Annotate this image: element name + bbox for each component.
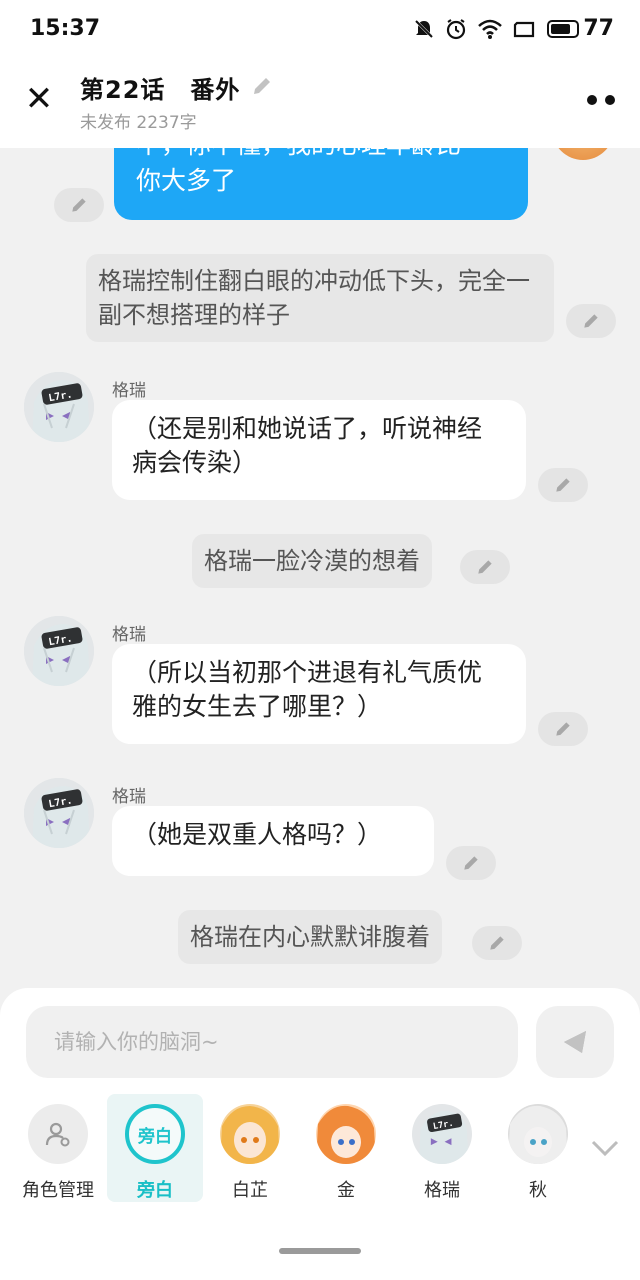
avatar: L7r. bbox=[412, 1104, 472, 1164]
more-icon[interactable] bbox=[586, 94, 616, 106]
chapter-header: ✕ 第22话 番外 未发布 2237字 bbox=[0, 62, 640, 148]
mute-bell-icon bbox=[415, 19, 434, 38]
character-label: 金 bbox=[337, 1180, 355, 1201]
pencil-icon bbox=[556, 722, 570, 736]
message-text: 你大多了 bbox=[136, 166, 237, 195]
character-label: 秋 bbox=[529, 1180, 547, 1201]
avatar bbox=[316, 1104, 376, 1164]
status-time: 15:37 bbox=[30, 16, 101, 41]
avatar[interactable]: L7r. bbox=[24, 778, 94, 848]
alarm-icon bbox=[447, 18, 466, 39]
status-bar: 15:37 77 bbox=[0, 0, 640, 62]
message-input[interactable] bbox=[26, 1006, 518, 1078]
chevron-down-icon[interactable] bbox=[590, 1138, 620, 1158]
wifi-icon bbox=[478, 19, 503, 39]
character-bar: 角色管理 旁白 旁白 白芷 金 L7r. 格瑞 秋 bbox=[0, 1094, 640, 1204]
character-label: 白芷 bbox=[232, 1180, 268, 1201]
character-label: 格瑞 bbox=[424, 1180, 460, 1201]
edit-message-button[interactable] bbox=[460, 550, 510, 584]
edit-message-button[interactable] bbox=[538, 712, 588, 746]
avatar[interactable]: L7r. bbox=[24, 616, 94, 686]
pencil-icon bbox=[464, 856, 478, 870]
pencil-icon bbox=[490, 936, 504, 950]
edit-message-button[interactable] bbox=[566, 304, 616, 338]
edit-message-button[interactable] bbox=[472, 926, 522, 960]
user-settings-icon bbox=[28, 1104, 88, 1164]
battery-indicator: 77 bbox=[547, 16, 614, 41]
outgoing-message[interactable]: 不，你不懂，我的心理年龄比 你大多了 bbox=[114, 148, 528, 220]
character-jin[interactable]: 金 bbox=[298, 1094, 394, 1202]
speaker-name: 格瑞 bbox=[112, 787, 146, 807]
character-narrator[interactable]: 旁白 旁白 bbox=[107, 1094, 203, 1202]
character-management-button[interactable]: 角色管理 bbox=[10, 1094, 106, 1202]
edit-message-button[interactable] bbox=[446, 846, 496, 880]
narrator-badge-text: 旁白 bbox=[138, 1126, 172, 1147]
incoming-message[interactable]: （她是双重人格吗？） bbox=[112, 806, 434, 876]
edit-message-button[interactable] bbox=[538, 468, 588, 502]
status-icons: 77 bbox=[413, 16, 614, 41]
message-text: 不，你不懂，我的心理年龄比 bbox=[136, 148, 506, 162]
character-qiu[interactable]: 秋 bbox=[490, 1094, 586, 1202]
battery-percent: 77 bbox=[583, 16, 614, 41]
narration[interactable]: 格瑞在内心默默诽腹着 bbox=[178, 910, 442, 964]
pencil-icon bbox=[478, 560, 492, 574]
close-icon[interactable]: ✕ bbox=[22, 82, 56, 116]
avatar bbox=[552, 148, 614, 160]
character-gerui[interactable]: L7r. 格瑞 bbox=[394, 1094, 490, 1202]
pencil-icon bbox=[556, 478, 570, 492]
pencil-icon bbox=[584, 314, 598, 328]
incoming-message[interactable]: （所以当初那个进退有礼气质优雅的女生去了哪里？） bbox=[112, 644, 526, 744]
chapter-title: 第22话 番外 bbox=[80, 76, 241, 104]
send-icon bbox=[564, 1031, 586, 1053]
character-label: 旁白 bbox=[137, 1180, 173, 1201]
avatar[interactable]: L7r. bbox=[24, 372, 94, 442]
composer: 角色管理 旁白 旁白 白芷 bbox=[0, 988, 640, 1280]
edit-message-button[interactable] bbox=[54, 188, 104, 222]
pencil-icon[interactable] bbox=[250, 74, 274, 98]
home-indicator[interactable] bbox=[279, 1248, 361, 1254]
pencil-icon bbox=[72, 198, 86, 212]
avatar bbox=[508, 1104, 568, 1164]
character-label: 角色管理 bbox=[22, 1180, 94, 1201]
send-button[interactable] bbox=[536, 1006, 614, 1078]
character-baizhi[interactable]: 白芷 bbox=[202, 1094, 298, 1202]
speaker-name: 格瑞 bbox=[112, 625, 146, 645]
narrator-badge: 旁白 bbox=[125, 1104, 185, 1164]
narration[interactable]: 格瑞一脸冷漠的想着 bbox=[192, 534, 432, 588]
chat-area[interactable]: 不，你不懂，我的心理年龄比 你大多了 格瑞控制住翻白眼的冲动低下头，完全一副不想… bbox=[0, 148, 640, 988]
narration[interactable]: 格瑞控制住翻白眼的冲动低下头，完全一副不想搭理的样子 bbox=[86, 254, 554, 342]
screen-icon bbox=[514, 21, 535, 37]
incoming-message[interactable]: （还是别和她说话了，听说神经病会传染） bbox=[112, 400, 526, 500]
chapter-subtitle: 未发布 2237字 bbox=[80, 113, 197, 133]
avatar bbox=[220, 1104, 280, 1164]
speaker-name: 格瑞 bbox=[112, 381, 146, 401]
